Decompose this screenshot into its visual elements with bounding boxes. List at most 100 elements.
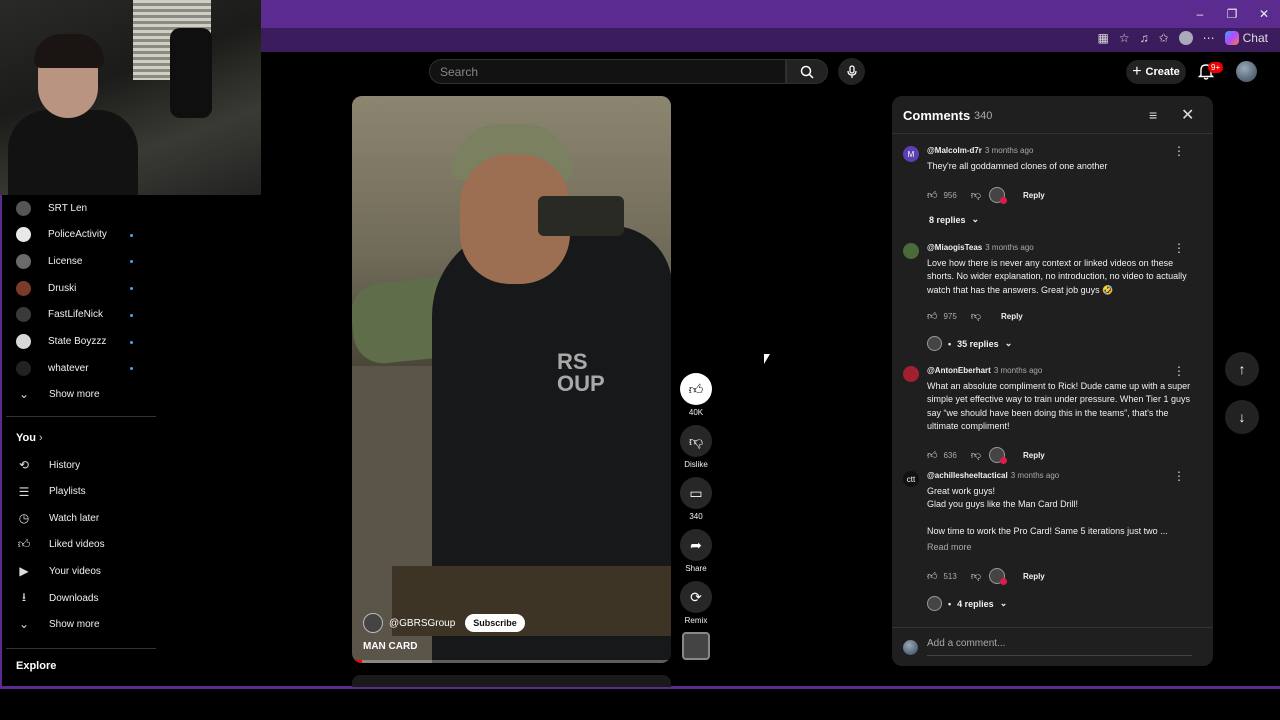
sidebar-item-label: Your videos (49, 565, 101, 577)
comment-actions: 👍︎ 636 👎︎ Reply (927, 447, 1045, 464)
close-window-button[interactable]: ✕ (1248, 0, 1280, 28)
share-button[interactable]: ➦ (680, 529, 712, 561)
more-vert-icon[interactable]: ⋮ (1173, 241, 1185, 255)
reply-button[interactable]: Reply (1023, 451, 1045, 460)
sidebar-item-playlists[interactable]: ☰ Playlists (16, 479, 86, 505)
sidebar-subscription-item[interactable]: PoliceActivity (16, 222, 107, 248)
comment-author[interactable]: @MiaogisTeas 3 months ago (927, 243, 1034, 252)
thumbs-up-icon[interactable]: 👍︎ (927, 310, 937, 322)
replies-toggle[interactable]: • 35 replies ⌄ (927, 336, 1012, 351)
comment-like-count: 636 (943, 450, 957, 460)
comment-author[interactable]: @achillesheeltactical 3 months ago (927, 471, 1059, 480)
more-vert-icon[interactable]: ⋮ (1173, 364, 1185, 378)
chevron-down-icon: ⌄ (18, 617, 30, 631)
search-button[interactable] (786, 59, 828, 84)
channel-avatar (16, 307, 31, 323)
channel-avatar (16, 227, 31, 243)
webcam-overlay (0, 0, 261, 195)
creator-avatar (927, 596, 942, 611)
new-content-dot (130, 340, 133, 344)
chair (170, 28, 212, 118)
search-input[interactable]: Search (429, 59, 786, 84)
sidebar-item-watch-later[interactable]: ◷ Watch later (16, 505, 99, 531)
chevron-down-icon: ⌄ (18, 387, 30, 401)
thumbs-down-icon[interactable]: 👎︎ (971, 310, 981, 322)
menu-icon[interactable]: ⋯ (1203, 31, 1215, 45)
show-more-subscriptions[interactable]: ⌄ Show more (16, 381, 100, 407)
thumbs-down-icon[interactable]: 👎︎ (971, 449, 981, 461)
subscribe-button[interactable]: Subscribe (465, 614, 525, 632)
playlists-icon: ☰ (18, 484, 30, 499)
next-video-button[interactable]: ↓ (1225, 400, 1259, 434)
arrow-up-icon: ↑ (1238, 361, 1246, 377)
voice-search-button[interactable] (838, 58, 865, 85)
notification-badge: 9+ (1208, 62, 1224, 73)
sort-icon[interactable]: ≡ (1149, 107, 1157, 123)
commenter-avatar[interactable]: ctt (903, 471, 919, 487)
commenter-avatar[interactable] (903, 243, 919, 259)
comment-author[interactable]: @Malcolm-d7r 3 months ago (927, 146, 1033, 155)
channel-row: @GBRSGroup Subscribe (363, 613, 525, 633)
share-label: Share (685, 564, 707, 573)
comment-author[interactable]: @AntonEberhart 3 months ago (927, 366, 1042, 375)
sidebar-subscription-item[interactable]: FastLifeNick (16, 302, 103, 328)
reply-button[interactable]: Reply (1023, 191, 1045, 200)
thumbs-up-icon[interactable]: 👍︎ (927, 189, 937, 201)
thumbs-up-icon[interactable]: 👍︎ (927, 449, 937, 461)
creator-heart-icon (988, 447, 1007, 464)
show-more-you[interactable]: ⌄ Show more (16, 611, 100, 637)
more-vert-icon[interactable]: ⋮ (1173, 469, 1185, 483)
chat-button[interactable]: Chat (1224, 31, 1268, 45)
replies-count: 35 replies (957, 338, 999, 349)
thumbs-down-icon[interactable]: 👎︎ (971, 189, 981, 201)
close-icon[interactable]: ✕ (1181, 105, 1194, 125)
sidebar-subscription-item[interactable]: License (16, 248, 82, 274)
creator-heart-icon (988, 187, 1007, 204)
dislike-button[interactable]: 👎︎ (680, 425, 712, 457)
account-avatar[interactable] (1236, 61, 1257, 82)
add-comment-input[interactable]: Add a comment... (927, 638, 1192, 656)
extensions-icon[interactable]: ♫ (1140, 31, 1149, 45)
shorts-video-player[interactable]: RS OUP (352, 96, 671, 663)
comments-button[interactable]: ▭ (680, 477, 712, 509)
channel-avatar (16, 334, 31, 349)
next-video-preview[interactable] (352, 675, 671, 687)
video-progress-bar[interactable] (352, 660, 671, 663)
replies-toggle[interactable]: • 4 replies ⌄ (927, 596, 1007, 611)
sidebar-subscription-item[interactable]: SRT Len (16, 195, 87, 221)
remix-button[interactable]: ⟳ (680, 581, 712, 613)
create-button[interactable]: + Create (1126, 60, 1186, 84)
subscription-label: SRT Len (48, 202, 88, 214)
thumbs-down-icon[interactable]: 👎︎ (971, 570, 981, 582)
previous-video-button[interactable]: ↑ (1225, 352, 1259, 386)
sidebar-item-downloads[interactable]: ⭳ Downloads (16, 585, 99, 611)
profile-icon[interactable] (1178, 31, 1193, 45)
you-heading[interactable]: You › (16, 432, 43, 444)
star-icon[interactable]: ☆ (1119, 31, 1130, 45)
sidebar-subscription-item[interactable]: Druski (16, 275, 76, 301)
channel-name[interactable]: @GBRSGroup (389, 618, 455, 629)
sidebar-item-liked-videos[interactable]: 👍︎ Liked videos (16, 532, 105, 558)
sidebar-subscription-item[interactable]: State Boyzzz (16, 329, 106, 355)
sidebar-subscription-item[interactable]: whatever (16, 355, 89, 381)
restore-button[interactable]: ❐ (1216, 0, 1248, 28)
app-icon[interactable]: ▦ (1097, 31, 1108, 45)
commenter-avatar[interactable] (903, 366, 919, 382)
minimize-button[interactable]: – (1184, 0, 1216, 28)
channel-avatar[interactable] (363, 613, 383, 633)
replies-toggle[interactable]: 8 replies ⌄ (929, 214, 979, 225)
reply-button[interactable]: Reply (1023, 572, 1045, 581)
replies-count: 8 replies (929, 214, 966, 225)
new-content-dot (130, 233, 133, 237)
thumbs-up-icon[interactable]: 👍︎ (927, 570, 937, 582)
remix-label: Remix (684, 616, 708, 625)
reply-button[interactable]: Reply (1001, 312, 1023, 321)
like-button[interactable]: 👍︎ (680, 373, 712, 405)
sound-avatar[interactable] (682, 632, 710, 660)
favorites-icon[interactable]: ✩ (1159, 31, 1169, 45)
read-more-link[interactable]: Read more (927, 542, 972, 552)
sidebar-item-history[interactable]: ⟲ History (16, 452, 80, 478)
commenter-avatar[interactable]: M (903, 146, 919, 162)
more-vert-icon[interactable]: ⋮ (1173, 144, 1185, 158)
sidebar-item-your-videos[interactable]: ▶ Your videos (16, 558, 101, 584)
